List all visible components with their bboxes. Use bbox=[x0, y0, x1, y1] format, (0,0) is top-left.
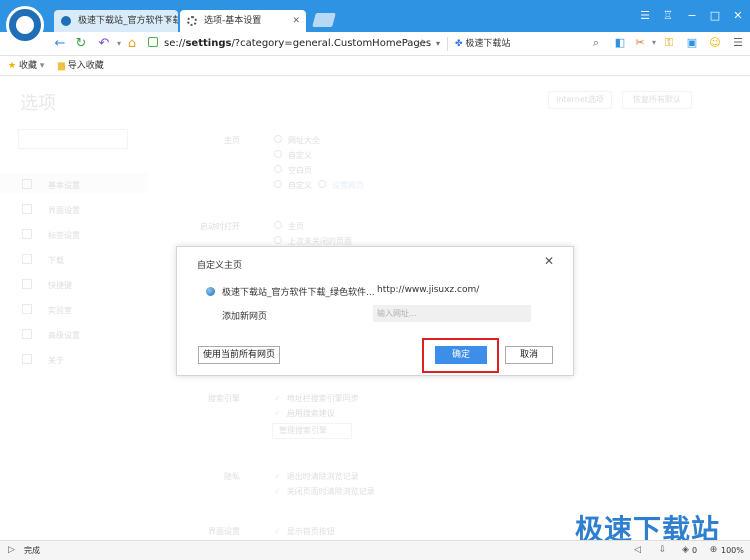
browser-logo bbox=[6, 6, 44, 44]
skin-icon[interactable]: ♖ bbox=[661, 9, 675, 23]
url-path: /?category=general.CustomHomePages bbox=[231, 38, 432, 49]
bookmark-favorites[interactable]: ★ 收藏 ▾ bbox=[8, 59, 44, 73]
tab-jisuxz[interactable]: 极速下载站_官方软件下载 ✕ bbox=[54, 10, 178, 32]
site-icon bbox=[61, 16, 71, 26]
dialog-title: 自定义主页 bbox=[197, 261, 243, 271]
shield-icon bbox=[148, 37, 158, 47]
status-text: 完成 bbox=[24, 546, 40, 555]
download-icon[interactable]: ⇩ bbox=[657, 545, 668, 556]
cancel-button[interactable]: 取消 bbox=[505, 346, 553, 364]
homepage-site-name: 极速下载站_官方软件下载_绿色软件... bbox=[222, 288, 375, 298]
translate-icon[interactable]: ▣ bbox=[685, 36, 699, 50]
bookmark-label: 导入收藏 bbox=[67, 61, 104, 71]
new-tab-button[interactable] bbox=[312, 13, 336, 27]
bookmark-label: 收藏 bbox=[18, 61, 37, 71]
key-icon[interactable]: ⚿ bbox=[662, 36, 676, 50]
extension-icon[interactable]: ◧ bbox=[613, 36, 627, 50]
url-field[interactable]: se://settings/?category=general.CustomHo… bbox=[148, 35, 448, 53]
bookmark-import[interactable]: ▆ 导入收藏 bbox=[58, 59, 104, 73]
home-icon[interactable]: ⌂ bbox=[124, 36, 140, 52]
menu-icon[interactable]: ☰ bbox=[731, 36, 745, 50]
back-icon[interactable]: ← bbox=[52, 36, 68, 52]
divider bbox=[447, 37, 448, 51]
play-icon[interactable]: ▷ bbox=[6, 545, 17, 556]
blocked-count: 0 bbox=[692, 546, 698, 555]
bookmarks-bar: ★ 收藏 ▾ ▆ 导入收藏 bbox=[0, 56, 750, 76]
tab-label: 极速下载站_官方软件下载 bbox=[78, 16, 178, 26]
speaker-icon[interactable]: ◁ bbox=[632, 545, 643, 556]
close-window-icon[interactable]: ✕ bbox=[731, 9, 745, 23]
smile-icon[interactable]: ☺ bbox=[708, 36, 722, 50]
chevron-down-icon[interactable]: ▾ bbox=[430, 36, 446, 52]
tab-close-icon[interactable]: ✕ bbox=[292, 10, 300, 32]
scissors-icon[interactable]: ✂ bbox=[633, 36, 647, 50]
menu-icon[interactable]: ☰ bbox=[638, 9, 652, 23]
chevron-down-icon[interactable]: ▾ bbox=[647, 36, 661, 50]
tab-close-icon[interactable]: ✕ bbox=[164, 10, 172, 32]
homepage-site-url: http://www.jisuxz.com/ bbox=[377, 285, 480, 295]
url-prefix: se:// bbox=[164, 38, 186, 49]
title-bar: 极速下载站_官方软件下载 ✕ 选项-基本设置 ✕ ☰ ♖ − □ ✕ bbox=[0, 0, 750, 32]
close-icon[interactable]: ✕ bbox=[543, 255, 555, 267]
address-bar: ← ↻ ↶ ▾ ⌂ se://settings/?category=genera… bbox=[0, 32, 750, 56]
search-icon[interactable]: ⌕ bbox=[589, 36, 603, 50]
undo-icon[interactable]: ↶ bbox=[96, 36, 112, 52]
use-current-pages-button[interactable]: 使用当前所有网页 bbox=[198, 346, 280, 364]
star-icon[interactable]: ☆ bbox=[414, 36, 430, 52]
paw-icon: ✤ bbox=[455, 39, 463, 49]
chevron-down-icon: ▾ bbox=[39, 61, 45, 71]
search-engine-label: 极速下载站 bbox=[465, 39, 511, 49]
maximize-icon[interactable]: □ bbox=[708, 9, 722, 23]
star-icon: ★ bbox=[8, 61, 17, 71]
minimize-icon[interactable]: − bbox=[685, 9, 699, 23]
custom-homepage-dialog: 自定义主页 ✕ 极速下载站_官方软件下载_绿色软件... http://www.… bbox=[176, 246, 574, 376]
globe-icon bbox=[206, 287, 215, 296]
new-page-url-input[interactable] bbox=[373, 305, 531, 322]
gear-icon bbox=[187, 16, 197, 26]
search-engine-selector[interactable]: ✤ 极速下载站 bbox=[455, 35, 510, 53]
ok-button[interactable]: 确定 bbox=[435, 346, 487, 364]
zoom-level[interactable]: 100% bbox=[721, 545, 744, 557]
folder-icon: ▆ bbox=[58, 61, 65, 71]
shield-icon[interactable]: ◈ bbox=[680, 545, 691, 556]
add-page-label: 添加新网页 bbox=[222, 312, 268, 322]
tab-label: 选项-基本设置 bbox=[204, 16, 262, 26]
zoom-icon[interactable]: ⊕ bbox=[708, 545, 719, 556]
status-bar: ▷ 完成 ◁ ⇩ ◈ 0 ⊕ 100% bbox=[0, 540, 750, 560]
refresh-icon[interactable]: ↻ bbox=[73, 36, 89, 52]
url-host: settings bbox=[185, 38, 232, 49]
tab-settings[interactable]: 选项-基本设置 ✕ bbox=[180, 10, 306, 32]
